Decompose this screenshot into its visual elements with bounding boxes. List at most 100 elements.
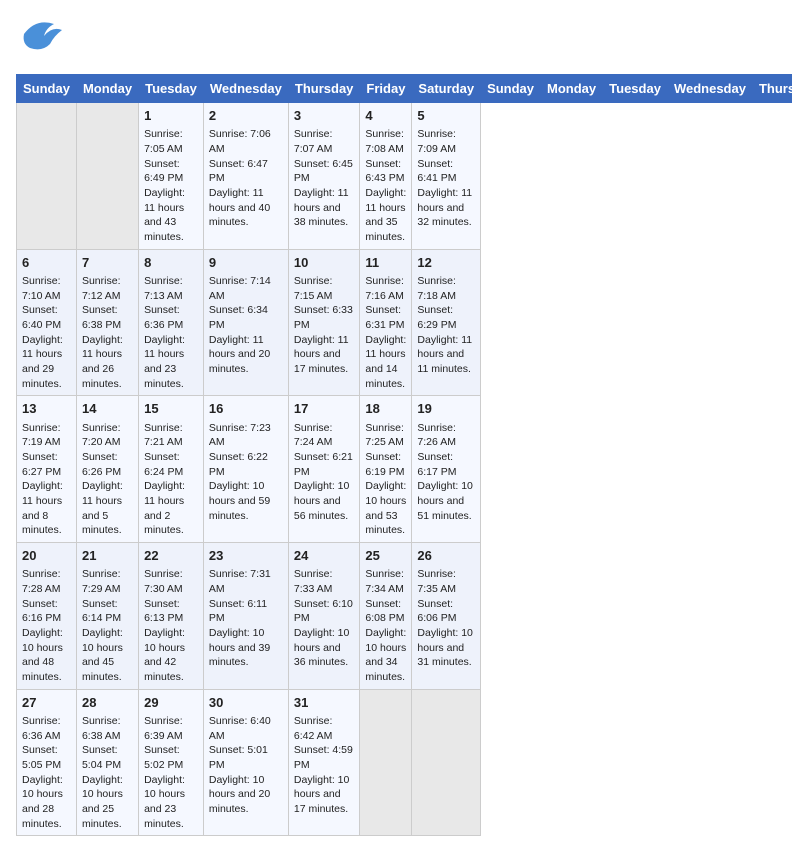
day-number: 11 <box>365 254 406 272</box>
calendar-cell <box>412 689 481 836</box>
daylight-text: Daylight: 10 hours and 23 minutes. <box>144 773 198 832</box>
daylight-text: Daylight: 11 hours and 38 minutes. <box>294 186 355 230</box>
calendar-cell: 24Sunrise: 7:33 AMSunset: 6:10 PMDayligh… <box>288 543 360 690</box>
calendar-cell: 16Sunrise: 7:23 AMSunset: 6:22 PMDayligh… <box>203 396 288 543</box>
calendar-cell: 27Sunrise: 6:36 AMSunset: 5:05 PMDayligh… <box>17 689 77 836</box>
calendar-cell: 19Sunrise: 7:26 AMSunset: 6:17 PMDayligh… <box>412 396 481 543</box>
cell-content: 31 Sunrise: 6:42 AMSunset: 4:59 PMDayligh… <box>294 694 355 817</box>
sunrise-text: Sunrise: 7:28 AM <box>22 567 71 596</box>
calendar-header-row: SundayMondayTuesdayWednesdayThursdayFrid… <box>17 75 792 103</box>
calendar-cell: 2Sunrise: 7:06 AMSunset: 6:47 PMDaylight… <box>203 103 288 250</box>
cell-content: 14Sunrise: 7:20 AMSunset: 6:26 PMDayligh… <box>82 400 133 538</box>
day-number: 4 <box>365 107 406 125</box>
cell-content: 15Sunrise: 7:21 AMSunset: 6:24 PMDayligh… <box>144 400 198 538</box>
calendar-cell: 17 Sunrise: 7:24 AMSunset: 6:21 PMDayligh… <box>288 396 360 543</box>
sunset-text: Sunset: 6:29 PM <box>417 303 475 332</box>
sunset-text: Sunset: 5:01 PM <box>209 743 283 772</box>
calendar-week-3: 13Sunrise: 7:19 AMSunset: 6:27 PMDayligh… <box>17 396 792 543</box>
sunrise-text: Sunrise: 6:42 AM <box>294 714 355 743</box>
day-number: 29 <box>144 694 198 712</box>
daylight-text: Daylight: 10 hours and 28 minutes. <box>22 773 71 832</box>
day-number: 22 <box>144 547 198 565</box>
sunrise-text: Sunrise: 6:36 AM <box>22 714 71 743</box>
header-thursday: Thursday <box>288 75 360 103</box>
daylight-text: Daylight: 11 hours and 35 minutes. <box>365 186 406 245</box>
day-number: 7 <box>82 254 133 272</box>
calendar-cell: 14Sunrise: 7:20 AMSunset: 6:26 PMDayligh… <box>76 396 138 543</box>
sunset-text: Sunset: 6:49 PM <box>144 157 198 186</box>
day-number: 10 <box>294 254 355 272</box>
day-number: 1 <box>144 107 198 125</box>
sunrise-text: Sunrise: 7:29 AM <box>82 567 133 596</box>
daylight-text: Daylight: 11 hours and 26 minutes. <box>82 333 133 392</box>
sunset-text: Sunset: 5:02 PM <box>144 743 198 772</box>
cell-content: 16Sunrise: 7:23 AMSunset: 6:22 PMDayligh… <box>209 400 283 523</box>
calendar-cell: 10Sunrise: 7:15 AMSunset: 6:33 PMDayligh… <box>288 249 360 396</box>
daylight-text: Daylight: 11 hours and 23 minutes. <box>144 333 198 392</box>
daylight-text: Daylight: 10 hours and 39 minutes. <box>209 626 283 670</box>
cell-content: 19Sunrise: 7:26 AMSunset: 6:17 PMDayligh… <box>417 400 475 523</box>
day-number: 16 <box>209 400 283 418</box>
sunset-text: Sunset: 6:43 PM <box>365 157 406 186</box>
sunrise-text: Sunrise: 7:05 AM <box>144 127 198 156</box>
sunset-text: Sunset: 4:59 PM <box>294 743 355 772</box>
sunset-text: Sunset: 6:17 PM <box>417 450 475 479</box>
sunset-text: Sunset: 6:16 PM <box>22 597 71 626</box>
calendar-cell: 8Sunrise: 7:13 AMSunset: 6:36 PMDaylight… <box>139 249 204 396</box>
sunrise-text: Sunrise: 6:40 AM <box>209 714 283 743</box>
cell-content: 10Sunrise: 7:15 AMSunset: 6:33 PMDayligh… <box>294 254 355 377</box>
cell-content: 13Sunrise: 7:19 AMSunset: 6:27 PMDayligh… <box>22 400 71 538</box>
sunset-text: Sunset: 6:31 PM <box>365 303 406 332</box>
calendar-cell: 30Sunrise: 6:40 AMSunset: 5:01 PMDayligh… <box>203 689 288 836</box>
day-number: 14 <box>82 400 133 418</box>
calendar-cell: 26Sunrise: 7:35 AMSunset: 6:06 PMDayligh… <box>412 543 481 690</box>
daylight-text: Daylight: 10 hours and 25 minutes. <box>82 773 133 832</box>
calendar-cell: 22Sunrise: 7:30 AMSunset: 6:13 PMDayligh… <box>139 543 204 690</box>
calendar-cell: 25Sunrise: 7:34 AMSunset: 6:08 PMDayligh… <box>360 543 412 690</box>
sunset-text: Sunset: 6:19 PM <box>365 450 406 479</box>
daylight-text: Daylight: 11 hours and 11 minutes. <box>417 333 475 377</box>
day-number: 9 <box>209 254 283 272</box>
daylight-text: Daylight: 10 hours and 17 minutes. <box>294 773 355 817</box>
daylight-text: Daylight: 11 hours and 43 minutes. <box>144 186 198 245</box>
sunrise-text: Sunrise: 7:14 AM <box>209 274 283 303</box>
header-wednesday: Wednesday <box>203 75 288 103</box>
header-day-sunday: Sunday <box>481 75 541 103</box>
daylight-text: Daylight: 10 hours and 51 minutes. <box>417 479 475 523</box>
daylight-text: Daylight: 11 hours and 32 minutes. <box>417 186 475 230</box>
day-number: 25 <box>365 547 406 565</box>
sunset-text: Sunset: 6:36 PM <box>144 303 198 332</box>
daylight-text: Daylight: 10 hours and 56 minutes. <box>294 479 355 523</box>
cell-content: 9Sunrise: 7:14 AMSunset: 6:34 PMDaylight… <box>209 254 283 377</box>
sunset-text: Sunset: 6:26 PM <box>82 450 133 479</box>
sunrise-text: Sunrise: 7:20 AM <box>82 421 133 450</box>
cell-content: 6Sunrise: 7:10 AMSunset: 6:40 PMDaylight… <box>22 254 71 392</box>
cell-content: 1 Sunrise: 7:05 AMSunset: 6:49 PMDaylight… <box>144 107 198 245</box>
calendar-week-1: 1Sunrise: 7:05 AMSunset: 6:49 PMDaylight… <box>17 103 792 250</box>
sunrise-text: Sunrise: 7:31 AM <box>209 567 283 596</box>
sunrise-text: Sunrise: 7:08 AM <box>365 127 406 156</box>
sunrise-text: Sunrise: 7:24 AM <box>294 421 355 450</box>
day-number: 19 <box>417 400 475 418</box>
calendar-cell: 1 Sunrise: 7:05 AMSunset: 6:49 PMDaylight… <box>139 103 204 250</box>
sunset-text: Sunset: 6:22 PM <box>209 450 283 479</box>
sunset-text: Sunset: 6:40 PM <box>22 303 71 332</box>
daylight-text: Daylight: 10 hours and 34 minutes. <box>365 626 406 685</box>
day-number: 31 <box>294 694 355 712</box>
calendar-cell: 15Sunrise: 7:21 AMSunset: 6:24 PMDayligh… <box>139 396 204 543</box>
calendar-week-5: 27Sunrise: 6:36 AMSunset: 5:05 PMDayligh… <box>17 689 792 836</box>
day-number: 24 <box>294 547 355 565</box>
cell-content: 25Sunrise: 7:34 AMSunset: 6:08 PMDayligh… <box>365 547 406 685</box>
calendar-cell: 20Sunrise: 7:28 AMSunset: 6:16 PMDayligh… <box>17 543 77 690</box>
day-number: 30 <box>209 694 283 712</box>
sunset-text: Sunset: 6:21 PM <box>294 450 355 479</box>
cell-content: 8Sunrise: 7:13 AMSunset: 6:36 PMDaylight… <box>144 254 198 392</box>
sunset-text: Sunset: 6:06 PM <box>417 597 475 626</box>
sunset-text: Sunset: 6:08 PM <box>365 597 406 626</box>
sunrise-text: Sunrise: 7:12 AM <box>82 274 133 303</box>
sunset-text: Sunset: 6:41 PM <box>417 157 475 186</box>
day-number: 17 <box>294 400 355 418</box>
cell-content: 23Sunrise: 7:31 AMSunset: 6:11 PMDayligh… <box>209 547 283 670</box>
calendar-week-4: 20Sunrise: 7:28 AMSunset: 6:16 PMDayligh… <box>17 543 792 690</box>
cell-content: 26Sunrise: 7:35 AMSunset: 6:06 PMDayligh… <box>417 547 475 670</box>
